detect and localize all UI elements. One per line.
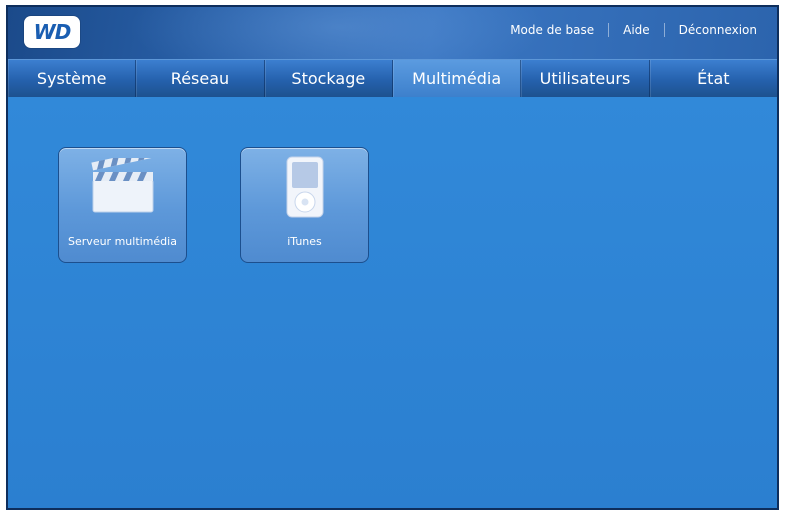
logout-link[interactable]: Déconnexion [663, 23, 771, 37]
itunes-label: iTunes [287, 235, 322, 248]
main-content: Serveur multimédia iTunes [8, 97, 777, 508]
help-link[interactable]: Aide [608, 23, 664, 37]
media-server-tile[interactable]: Serveur multimédia [58, 147, 187, 263]
tab-etat[interactable]: État [650, 60, 777, 97]
media-server-label: Serveur multimédia [68, 235, 177, 248]
ipod-icon [286, 156, 323, 218]
tab-systeme[interactable]: Système [8, 60, 137, 97]
top-links: Mode de base Aide Déconnexion [496, 23, 771, 37]
app-window: WD Mode de base Aide Déconnexion Système… [6, 5, 779, 510]
header-bar: WD Mode de base Aide Déconnexion [8, 7, 777, 87]
itunes-tile[interactable]: iTunes [240, 147, 369, 263]
tab-multimedia[interactable]: Multimédia [392, 60, 522, 97]
basic-mode-link[interactable]: Mode de base [496, 23, 608, 37]
tab-reseau[interactable]: Réseau [136, 60, 265, 97]
tab-utilisateurs[interactable]: Utilisateurs [521, 60, 650, 97]
logo-text: WD [33, 20, 72, 44]
wd-logo[interactable]: WD [24, 16, 80, 48]
main-nav: Système Réseau Stockage Multimédia Utili… [8, 59, 777, 98]
tab-stockage[interactable]: Stockage [265, 60, 393, 97]
clapperboard-icon [90, 158, 153, 213]
